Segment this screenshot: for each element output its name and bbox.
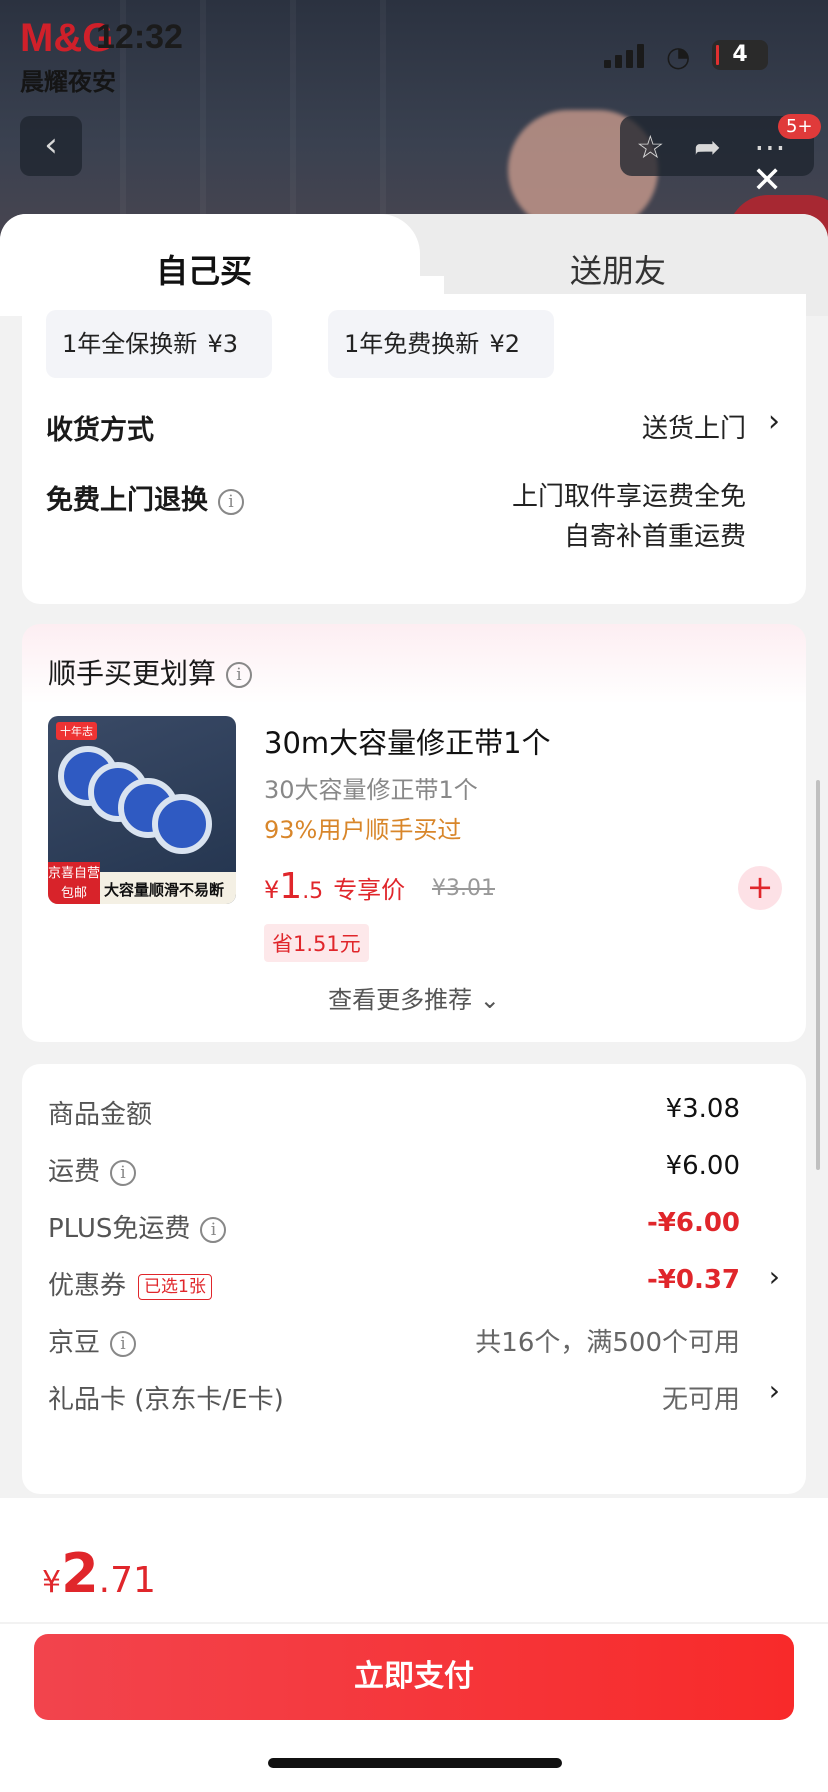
price-summary-card: 商品金额 ¥3.08 运费 i ¥6.00 PLUS免运费 i -¥6.00 优惠券… [22, 1064, 806, 1494]
plus-free-shipping-value: -¥6.00 [646, 1208, 740, 1238]
protection-chip[interactable]: 1年全保换新 ¥3 [46, 310, 272, 378]
price-decimal: .5 [302, 879, 324, 904]
coupon-value[interactable]: -¥0.37 [647, 1265, 740, 1295]
gift-card-label[interactable]: 礼品卡 (京东卡/E卡) [48, 1379, 284, 1416]
product-bought-rate: 93%用户顺手买过 [264, 816, 462, 844]
price-integer: 1 [279, 866, 303, 907]
home-indicator[interactable] [268, 1758, 562, 1768]
service-card: 1年全保换新 ¥3 1年免费换新 ¥2 收货方式 送货上门 › 免费上门退换 i … [22, 294, 806, 604]
product-price: ¥1.5 专享价 [264, 866, 405, 907]
recommend-title: 顺手买更划算 i [48, 652, 253, 692]
jingdou-label-text: 京豆 [48, 1328, 101, 1358]
shipping-label: 运费 i [48, 1151, 137, 1188]
shipping-label-text: 运费 [48, 1157, 101, 1187]
chevron-left-icon: ‹ [44, 125, 58, 165]
delivery-label: 收货方式 [46, 415, 154, 446]
free-return-text: 免费上门退换 [46, 485, 208, 516]
chevron-right-icon[interactable]: › [768, 404, 780, 439]
total-decimal: .71 [98, 1560, 156, 1601]
coupon-selected-badge: 已选1张 [138, 1273, 212, 1300]
chip-label: 1年全保换新 [62, 330, 198, 358]
info-icon[interactable]: i [200, 1216, 227, 1243]
more-recommend-link[interactable]: 查看更多推荐 ⌄ [22, 980, 806, 1015]
image-caption: 大容量顺滑不易断 [104, 881, 225, 899]
save-badge: 省1.51元 [264, 924, 369, 962]
coupon-label[interactable]: 优惠券 已选1张 [48, 1265, 212, 1302]
jingdou-value: 共16个，满500个可用 [475, 1328, 740, 1358]
total-integer: 2 [61, 1542, 99, 1605]
plus-label-text: PLUS免运费 [48, 1214, 191, 1244]
image-tag: 京喜自营 包邮 [48, 862, 100, 904]
tab-gift-friend[interactable]: 送朋友 [570, 246, 666, 292]
tape-graphic [152, 794, 212, 854]
info-icon[interactable]: i [110, 1330, 137, 1357]
message-badge: 5+ [778, 114, 821, 139]
price-tag: 专享价 [333, 876, 406, 904]
tab-buy-myself[interactable]: 自己买 [156, 246, 252, 292]
jingdou-label: 京豆 i [48, 1322, 137, 1359]
total-currency: ¥ [42, 1565, 62, 1600]
chevron-right-icon[interactable]: › [769, 1260, 780, 1293]
coupon-label-text: 优惠券 [48, 1271, 127, 1301]
recommend-title-text: 顺手买更划算 [48, 657, 217, 690]
total-price: ¥2.71 [42, 1542, 156, 1605]
product-image[interactable]: 十年志 京喜自营 包邮 大容量顺滑不易断 [48, 716, 236, 904]
checkout-sheet: 自己买 送朋友 1年全保换新 ¥3 1年免费换新 ¥2 收货方式 送货上门 › … [0, 214, 828, 1792]
close-icon[interactable]: ✕ [752, 160, 782, 201]
image-brand-logo: 十年志 [56, 722, 97, 740]
original-price: ¥3.01 [432, 876, 495, 901]
info-icon[interactable]: i [110, 1159, 137, 1186]
back-button[interactable]: ‹ [20, 116, 82, 176]
signal-icon [604, 44, 648, 68]
plus-icon: + [746, 868, 774, 906]
chevron-down-icon: ⌄ [479, 986, 500, 1014]
recommend-card: 顺手买更划算 i 十年志 京喜自营 包邮 大容量顺滑不易断 30m大容量修正带1个… [22, 624, 806, 1042]
free-return-line1: 上门取件享运费全免 [511, 482, 746, 512]
chip-price: ¥2 [489, 330, 520, 358]
delivery-value[interactable]: 送货上门 [642, 408, 746, 445]
pay-bar: ¥2.71 立即支付 [0, 1498, 828, 1792]
price-currency: ¥ [264, 876, 280, 904]
info-icon[interactable]: i [226, 662, 253, 688]
wifi-icon: ◔ [666, 40, 691, 73]
free-return-label: 免费上门退换 i [46, 478, 244, 517]
shipping-value: ¥6.00 [665, 1151, 740, 1181]
add-to-order-button[interactable]: + [738, 866, 782, 910]
battery-indicator: 4 [712, 40, 768, 70]
free-return-line2: 自寄补首重运费 [563, 522, 746, 552]
star-icon[interactable]: ☆ [636, 128, 665, 166]
subtotal-value: ¥3.08 [665, 1094, 740, 1124]
share-icon[interactable]: ➦ [694, 128, 721, 166]
chip-price: ¥3 [207, 330, 238, 358]
brand-subtitle: 晨耀夜安 [20, 68, 116, 96]
more-recommend-text: 查看更多推荐 [328, 986, 473, 1014]
chevron-right-icon[interactable]: › [769, 1374, 780, 1407]
chip-label: 1年免费换新 [344, 330, 480, 358]
product-subtitle: 30大容量修正带1个 [264, 776, 478, 804]
product-title[interactable]: 30m大容量修正带1个 [264, 720, 551, 762]
replacement-chip[interactable]: 1年免费换新 ¥2 [328, 310, 554, 378]
status-time: 12:32 [96, 18, 183, 56]
subtotal-label: 商品金额 [48, 1100, 153, 1130]
scrollbar[interactable] [816, 780, 820, 1170]
gift-card-value[interactable]: 无可用 [662, 1379, 740, 1416]
divider [0, 1622, 828, 1624]
info-icon[interactable]: i [218, 488, 244, 515]
pay-now-button[interactable]: 立即支付 [34, 1634, 794, 1720]
plus-free-shipping-label: PLUS免运费 i [48, 1208, 227, 1245]
